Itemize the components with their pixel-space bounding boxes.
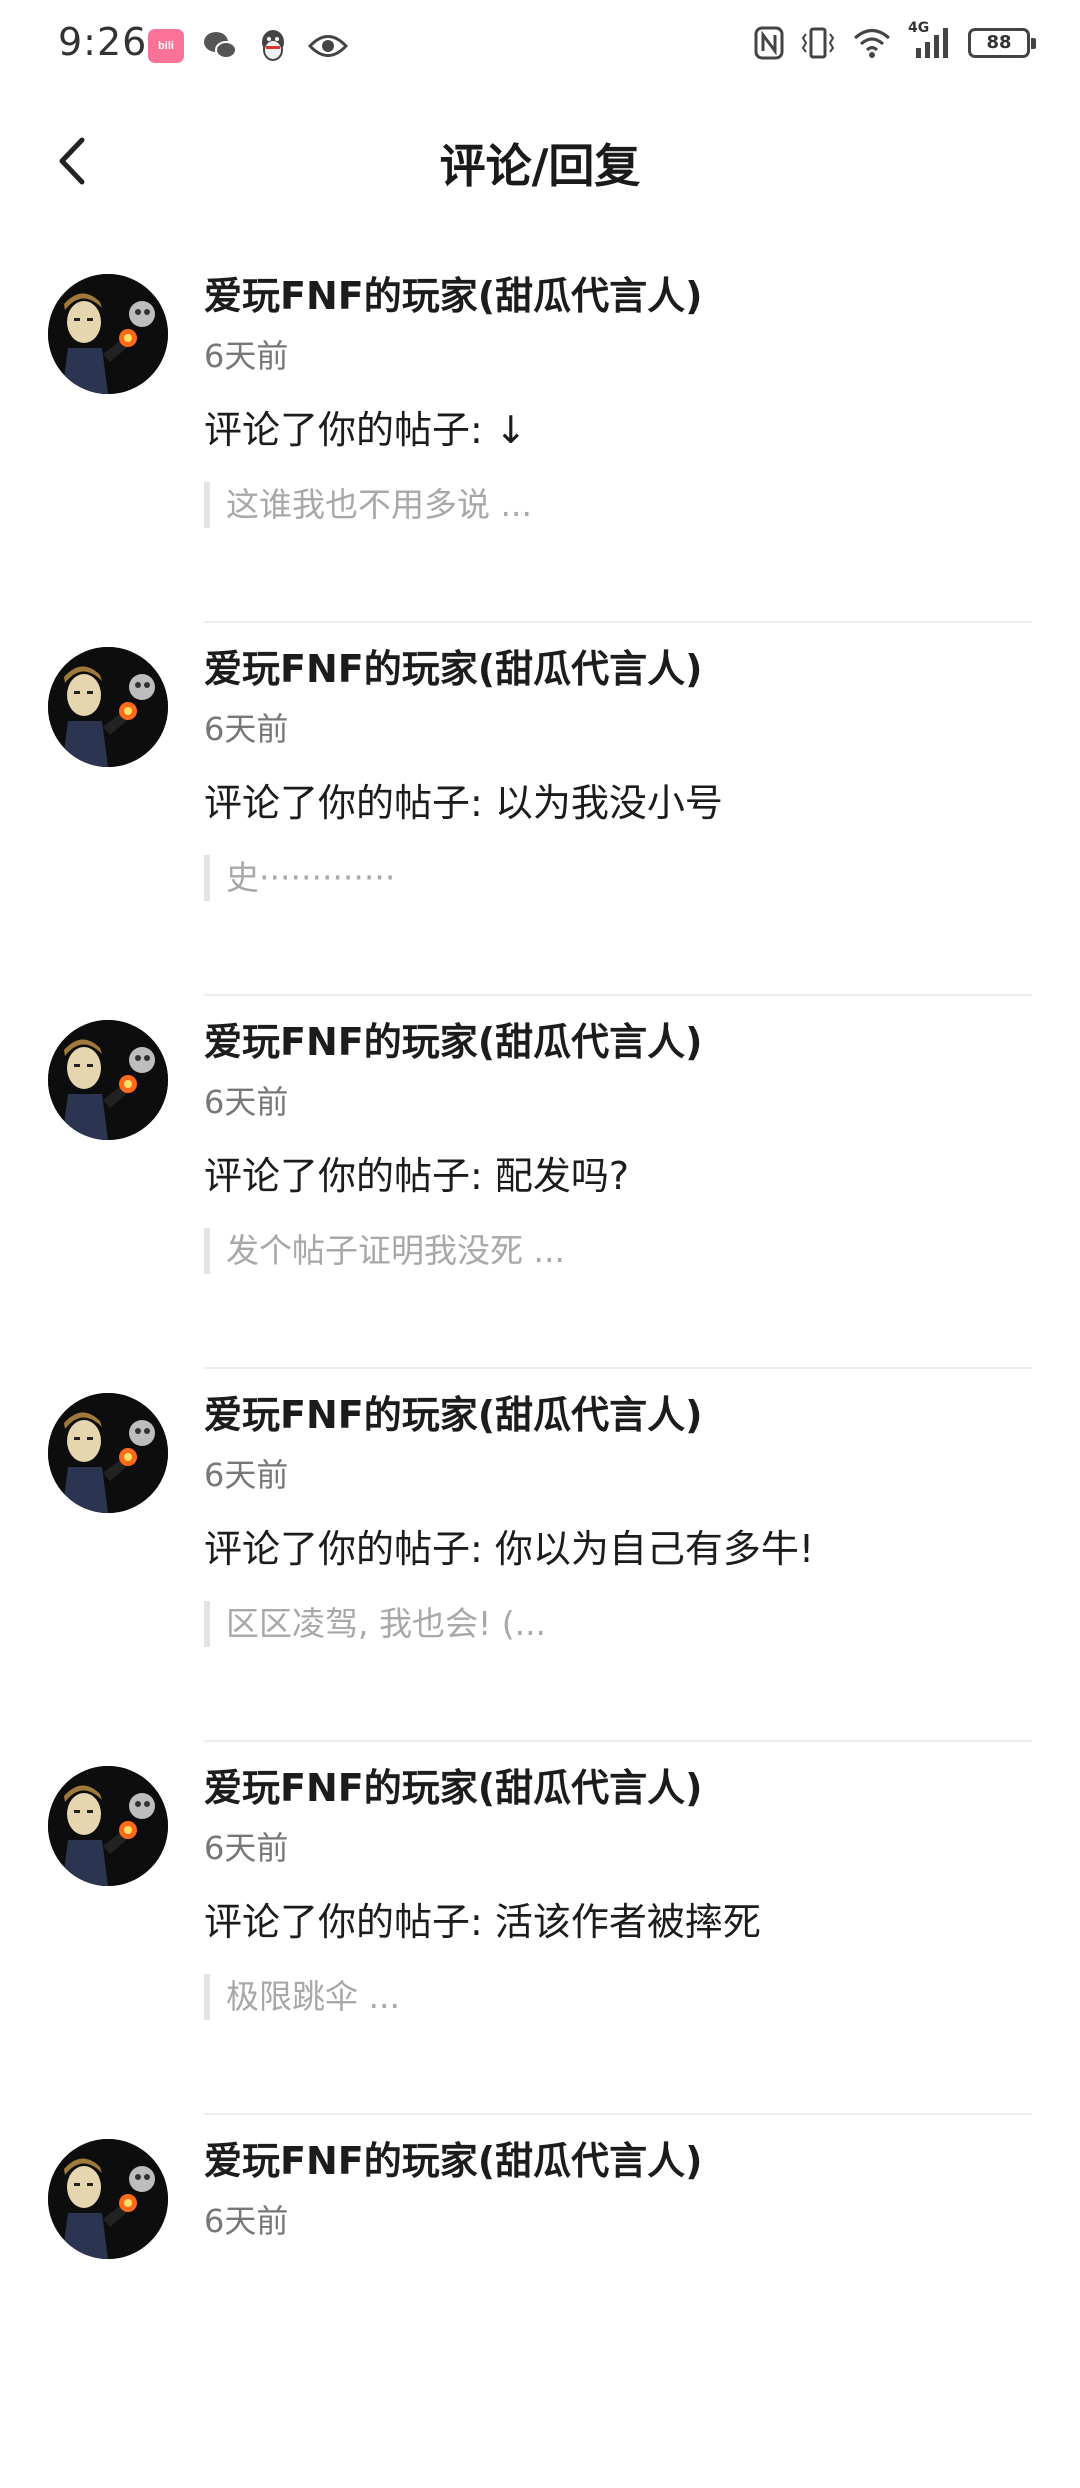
bilibili-icon: bili — [148, 29, 184, 63]
username[interactable]: 爱玩FNF的玩家(甜瓜代言人) — [204, 2135, 1032, 2187]
wifi-icon — [854, 29, 890, 58]
nfc-icon — [754, 26, 784, 60]
timestamp: 6天前 — [204, 337, 289, 375]
avatar[interactable] — [48, 1020, 168, 1140]
status-time: 9:26 — [58, 20, 148, 64]
comment-text[interactable]: 评论了你的帖子: 以为我没小号 — [204, 777, 1032, 829]
avatar[interactable] — [48, 274, 168, 394]
quoted-post[interactable]: 这谁我也不用多说 ... — [204, 482, 1032, 528]
comment-text[interactable]: 评论了你的帖子: ↓ — [204, 404, 1032, 456]
page-title: 评论/回复 — [439, 139, 641, 193]
notification-item[interactable]: 爱玩FNF的玩家(甜瓜代言人) 6天前 评论了你的帖子: 你以为自己有多牛! 区… — [0, 1369, 1080, 1742]
username[interactable]: 爱玩FNF的玩家(甜瓜代言人) — [204, 643, 1032, 695]
timestamp: 6天前 — [204, 1456, 289, 1494]
notification-item[interactable]: 爱玩FNF的玩家(甜瓜代言人) 6天前 评论了你的帖子: 活该作者被摔死 极限跳… — [0, 1742, 1080, 2115]
status-bar: 9:26 bili 4G 88 — [0, 0, 1080, 92]
notification-item[interactable]: 爱玩FNF的玩家(甜瓜代言人) 6天前 — [0, 2115, 1080, 2488]
avatar[interactable] — [48, 2139, 168, 2259]
username[interactable]: 爱玩FNF的玩家(甜瓜代言人) — [204, 270, 1032, 322]
quoted-post[interactable]: 极限跳伞 ... — [204, 1974, 1032, 2020]
avatar[interactable] — [48, 1766, 168, 1886]
quoted-post[interactable]: 发个帖子证明我没死 ... — [204, 1228, 1032, 1274]
quoted-post[interactable]: 史············· — [204, 855, 1032, 901]
notification-item[interactable]: 爱玩FNF的玩家(甜瓜代言人) 6天前 评论了你的帖子: 配发吗? 发个帖子证明… — [0, 996, 1080, 1369]
username[interactable]: 爱玩FNF的玩家(甜瓜代言人) — [204, 1389, 1032, 1441]
qq-icon — [262, 30, 284, 61]
username[interactable]: 爱玩FNF的玩家(甜瓜代言人) — [204, 1762, 1032, 1814]
timestamp: 6天前 — [204, 1083, 289, 1121]
notification-item[interactable]: 爱玩FNF的玩家(甜瓜代言人) 6天前 评论了你的帖子: 以为我没小号 史···… — [0, 623, 1080, 996]
username[interactable]: 爱玩FNF的玩家(甜瓜代言人) — [204, 1016, 1032, 1068]
battery-icon: 88 — [968, 28, 1036, 58]
comment-text[interactable]: 评论了你的帖子: 活该作者被摔死 — [204, 1896, 1032, 1948]
avatar[interactable] — [48, 647, 168, 767]
timestamp: 6天前 — [204, 710, 289, 748]
navigation-header: 评论/回复 — [0, 96, 1080, 226]
timestamp: 6天前 — [204, 2202, 289, 2240]
timestamp: 6天前 — [204, 1829, 289, 1867]
quoted-post[interactable]: 区区凌驾, 我也会! (... — [204, 1601, 1032, 1647]
eye-icon — [308, 35, 348, 57]
wechat-icon — [204, 32, 237, 59]
notification-list[interactable]: 爱玩FNF的玩家(甜瓜代言人) 6天前 评论了你的帖子: ↓ 这谁我也不用多说 … — [0, 250, 1080, 2488]
comment-text[interactable]: 评论了你的帖子: 配发吗? — [204, 1150, 1032, 1202]
signal-4g-icon: 4G — [908, 20, 952, 60]
comment-text[interactable]: 评论了你的帖子: 你以为自己有多牛! — [204, 1523, 1032, 1575]
vibrate-icon — [801, 27, 835, 59]
avatar[interactable] — [48, 1393, 168, 1513]
notification-item[interactable]: 爱玩FNF的玩家(甜瓜代言人) 6天前 评论了你的帖子: ↓ 这谁我也不用多说 … — [0, 250, 1080, 623]
